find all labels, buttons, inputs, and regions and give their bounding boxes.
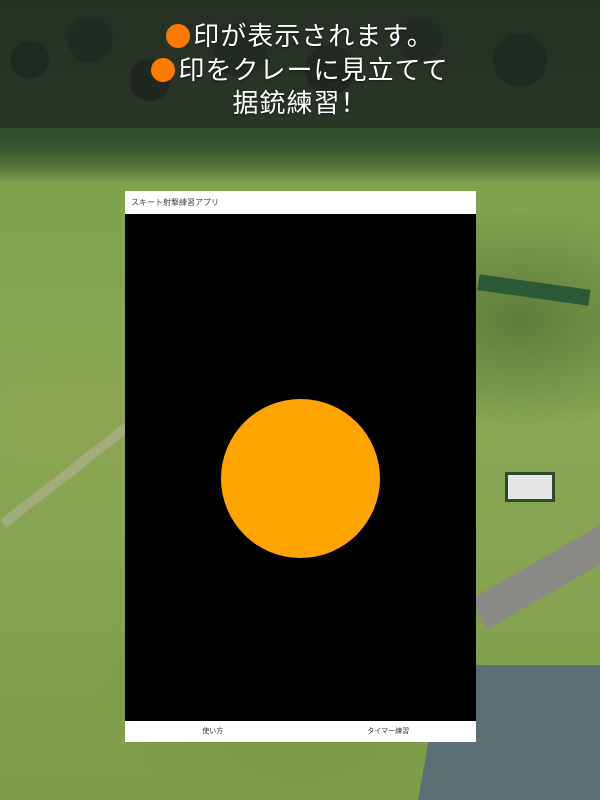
range-fence (477, 274, 591, 306)
orange-dot-icon (166, 24, 191, 48)
clay-target-circle (221, 399, 380, 558)
banner-text-2: 印をクレーに見立てて (178, 56, 449, 86)
app-footer-nav: 使い方 タイマー練習 (125, 721, 476, 742)
app-window: スキート射撃練習アプリ 使い方 タイマー練習 (125, 191, 476, 742)
banner-line-2: 印をクレーに見立てて (0, 55, 600, 87)
app-title: スキート射撃練習アプリ (131, 198, 219, 207)
trap-house (505, 472, 555, 502)
howto-button[interactable]: 使い方 (125, 721, 301, 742)
banner-text-3: 据銃練習！ (232, 89, 368, 119)
timer-practice-button[interactable]: タイマー練習 (301, 721, 477, 742)
road (470, 490, 600, 630)
banner-line-3: 据銃練習！ (0, 88, 600, 120)
orange-dot-icon (151, 58, 176, 82)
banner-line-1: 印が表示されます。 (0, 21, 600, 53)
field-path (0, 421, 133, 528)
promo-banner: 印が表示されます。 印をクレーに見立てて 据銃練習！ (0, 0, 600, 128)
banner-text-1: 印が表示されます。 (193, 22, 434, 52)
practice-stage[interactable] (125, 214, 476, 721)
app-title-bar: スキート射撃練習アプリ (125, 191, 476, 214)
